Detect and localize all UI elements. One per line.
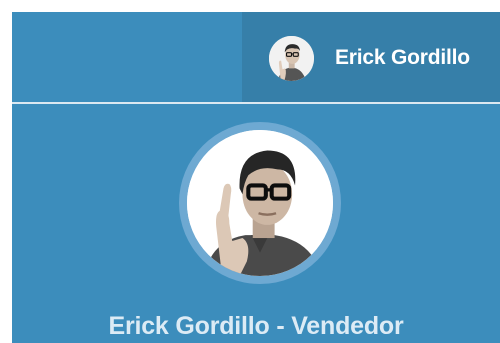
navbar-user-name: Erick Gordillo [335, 46, 470, 69]
user-avatar-small [269, 36, 314, 81]
app-frame: Erick Gordillo Erick Gordillo - Vendedor [12, 12, 500, 343]
user-header: Erick Gordillo - Vendedor [12, 104, 500, 343]
top-navbar: Erick Gordillo [12, 12, 500, 102]
profile-avatar [187, 130, 333, 276]
user-menu-toggle[interactable]: Erick Gordillo [242, 12, 500, 102]
user-photo-icon [269, 36, 314, 81]
profile-name-role: Erick Gordillo - Vendedor [108, 312, 404, 340]
user-photo-icon [187, 130, 333, 276]
profile-avatar-ring [179, 122, 341, 284]
